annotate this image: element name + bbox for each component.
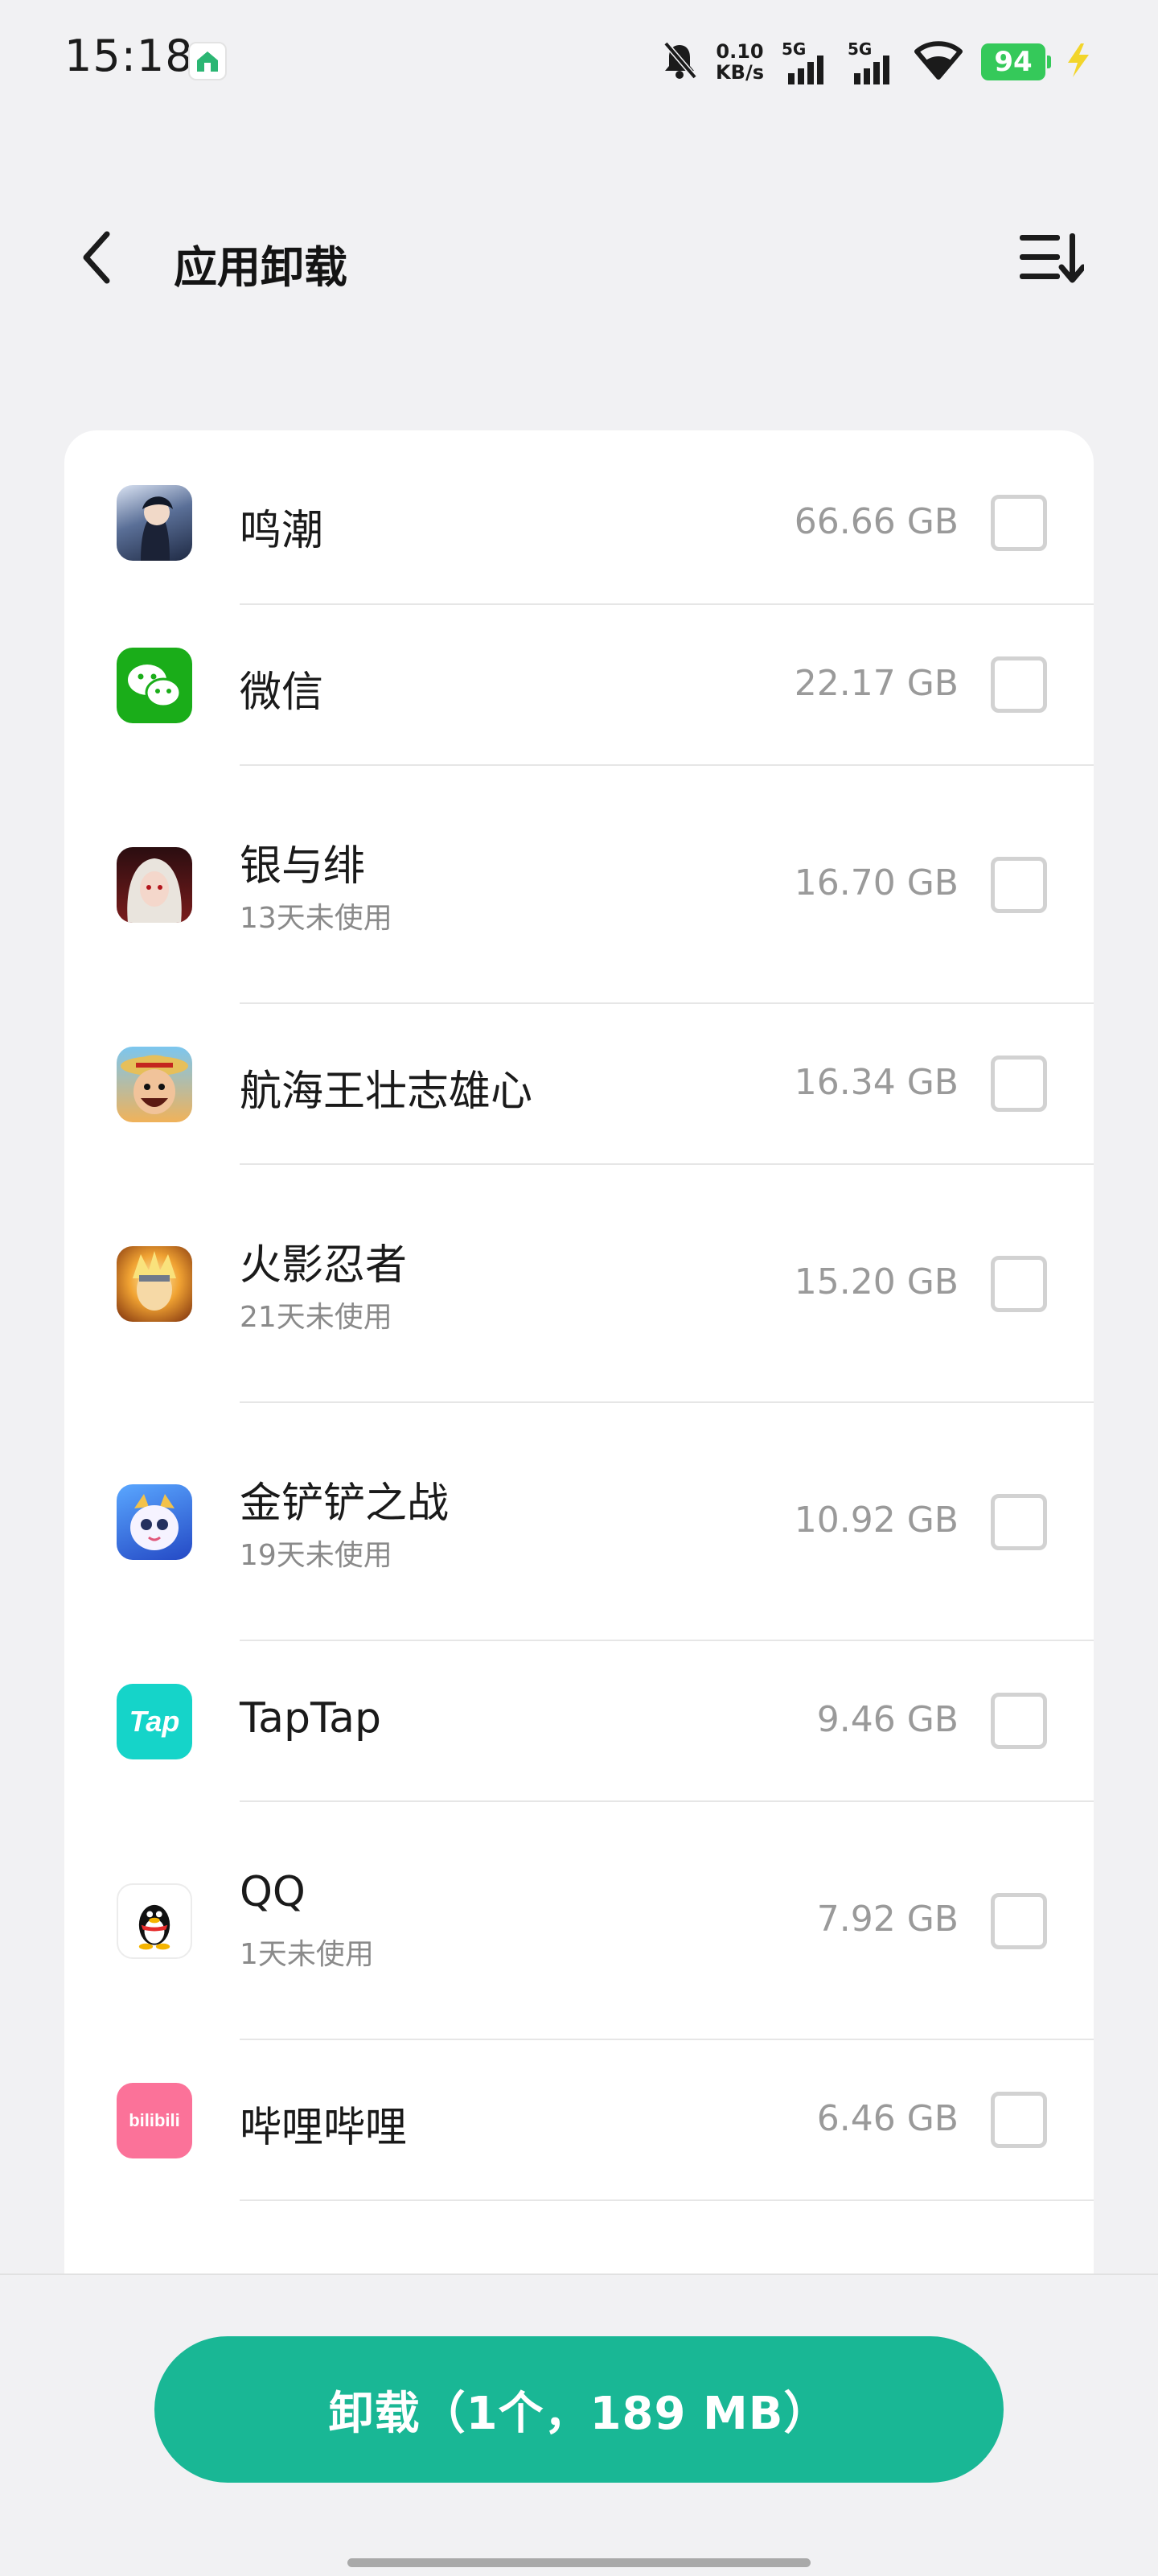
status-icons: 0.10 KB/s 5G 5G 94 [661, 35, 1094, 88]
app-size: 9.46 GB [816, 1699, 959, 1740]
app-last-used: 21天未使用 [240, 1301, 392, 1334]
select-checkbox[interactable] [991, 1056, 1047, 1112]
select-checkbox[interactable] [991, 656, 1047, 713]
mute-bell-icon [661, 40, 698, 84]
app-name: 鸣潮 [240, 507, 324, 555]
app-store-icon [188, 42, 227, 80]
app-size: 10.92 GB [794, 1500, 959, 1541]
header: 应用卸载 [0, 209, 1158, 306]
app-last-used: 13天未使用 [240, 902, 392, 935]
status-bar: 15:18 0.10 KB/s 5G 5G 94 [0, 0, 1158, 121]
wechat-icon [117, 648, 192, 723]
bottom-action-bar: 卸载（1个，189 MB） [0, 2274, 1158, 2576]
golden-spatula-icon [117, 1484, 192, 1560]
select-checkbox[interactable] [991, 1256, 1047, 1312]
app-row-wuthering-waves[interactable]: 鸣潮 66.66 GB [64, 430, 1094, 605]
select-checkbox[interactable] [991, 2092, 1047, 2148]
wuthering-waves-icon [117, 485, 192, 561]
page-title: 应用卸载 [174, 242, 347, 293]
select-checkbox[interactable] [991, 495, 1047, 551]
bilibili-logo-text: bilibili [129, 2110, 180, 2130]
back-button[interactable] [64, 225, 129, 290]
app-row-bilibili[interactable]: bilibili 哔哩哔哩 6.46 GB [64, 2040, 1094, 2201]
select-checkbox[interactable] [991, 857, 1047, 913]
app-size: 7.92 GB [816, 1899, 959, 1940]
app-size: 15.20 GB [794, 1261, 959, 1302]
net-speed-value: 0.10 [716, 40, 764, 63]
app-last-used: 1天未使用 [240, 1938, 374, 1971]
battery-indicator: 94 [981, 43, 1051, 80]
app-name: 微信 [240, 669, 324, 717]
app-size: 6.46 GB [816, 2098, 959, 2139]
one-piece-icon [117, 1047, 192, 1122]
app-row-wechat[interactable]: 微信 22.17 GB [64, 605, 1094, 766]
status-time: 15:18 [64, 31, 194, 81]
signal-icon: 5G [848, 38, 896, 86]
app-name: QQ [240, 1868, 306, 1916]
app-name: 火影忍者 [240, 1241, 408, 1290]
signal-icon: 5G [782, 38, 830, 86]
app-name: 金铲铲之战 [240, 1479, 450, 1528]
app-size: 22.17 GB [794, 663, 959, 704]
taptap-logo-text: Tap [129, 1705, 180, 1738]
app-row-one-piece[interactable]: 航海王壮志雄心 16.34 GB [64, 1004, 1094, 1165]
app-row-qq[interactable]: QQ 1天未使用 7.92 GB [64, 1802, 1094, 2040]
bilibili-icon: bilibili [117, 2083, 192, 2158]
app-last-used: 19天未使用 [240, 1539, 392, 1572]
app-size: 16.34 GB [794, 1062, 959, 1103]
taptap-icon: Tap [117, 1684, 192, 1759]
app-list-card: 鸣潮 66.66 GB 微信 22.17 GB 银与绯 13天未使用 16.70… [64, 430, 1094, 2281]
app-name: 航海王壮志雄心 [240, 1068, 533, 1116]
home-indicator[interactable] [347, 2558, 811, 2567]
qq-penguin-icon [117, 1883, 192, 1959]
app-row-golden-spatula[interactable]: 金铲铲之战 19天未使用 10.92 GB [64, 1403, 1094, 1641]
select-checkbox[interactable] [991, 1693, 1047, 1749]
app-size: 16.70 GB [794, 862, 959, 903]
sort-button[interactable] [1015, 225, 1086, 290]
sort-list-icon [1020, 233, 1084, 283]
app-size: 66.66 GB [794, 501, 959, 542]
app-row-taptap[interactable]: Tap TapTap 9.46 GB [64, 1641, 1094, 1802]
app-row-silver-and-crimson[interactable]: 银与绯 13天未使用 16.70 GB [64, 766, 1094, 1004]
chevron-left-icon [83, 231, 110, 284]
wifi-icon [914, 40, 963, 84]
silver-and-crimson-icon [117, 847, 192, 923]
app-name: 哔哩哔哩 [240, 2104, 408, 2152]
select-checkbox[interactable] [991, 1494, 1047, 1550]
battery-level: 94 [994, 46, 1033, 78]
select-checkbox[interactable] [991, 1893, 1047, 1949]
app-name: TapTap [240, 1694, 382, 1743]
row-divider [240, 2199, 1094, 2201]
app-row-naruto[interactable]: 火影忍者 21天未使用 15.20 GB [64, 1165, 1094, 1403]
uninstall-button[interactable]: 卸载（1个，189 MB） [154, 2336, 1004, 2483]
net-speed-unit: KB/s [716, 61, 764, 84]
app-name: 银与绯 [240, 842, 366, 891]
net-speed: 0.10 KB/s [716, 41, 764, 83]
charging-icon [1063, 42, 1094, 82]
naruto-icon [117, 1246, 192, 1322]
